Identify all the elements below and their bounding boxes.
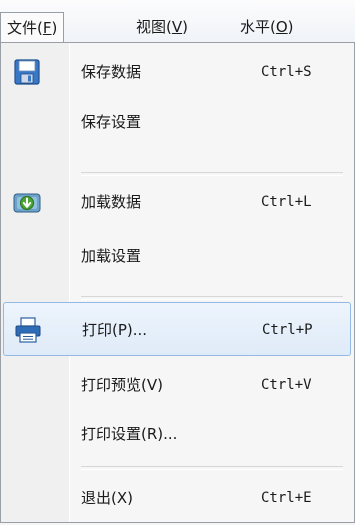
menu-separator <box>81 466 343 470</box>
menu-item-print-preview[interactable]: 打印预览(V) Ctrl+V <box>3 358 351 412</box>
menu-separator <box>81 296 343 300</box>
menu-item-load-settings[interactable]: 加载设置 <box>3 229 351 283</box>
menu-item-label: 保存数据 <box>81 63 142 81</box>
menu-horizontal[interactable]: 水平(O) <box>240 12 294 42</box>
menu-horizontal-accel: O <box>275 18 288 36</box>
menu-item-label: 打印设置(R)... <box>81 425 178 443</box>
menu-view-close: ) <box>182 18 188 36</box>
menu-view-accel: V <box>171 18 183 36</box>
menu-item-print[interactable]: 打印(P)... Ctrl+P <box>3 302 351 356</box>
menu-file-label: 文件( <box>7 19 43 37</box>
menu-item-shortcut: Ctrl+P <box>262 322 313 338</box>
menu-file-close: ) <box>51 19 58 37</box>
menu-item-label: 保存设置 <box>81 113 142 131</box>
menu-item-save-data[interactable]: 保存数据 Ctrl+S <box>3 45 351 99</box>
menu-view-label: 视图( <box>136 18 172 36</box>
menu-item-label: 退出(X) <box>81 489 133 507</box>
menu-item-label: 打印(P)... <box>82 321 148 339</box>
save-icon <box>13 58 41 86</box>
menu-file[interactable]: 文件(F) <box>0 12 65 42</box>
menu-item-shortcut: Ctrl+V <box>261 377 312 393</box>
file-dropdown-menu: 保存数据 Ctrl+S 保存设置 加载数据 Ctrl+L 加载设置 打印(P).… <box>0 42 355 523</box>
load-icon <box>13 188 41 216</box>
menu-horizontal-label: 水平( <box>240 18 276 36</box>
menu-item-exit[interactable]: 退出(X) Ctrl+E <box>3 471 351 525</box>
menu-item-label: 打印预览(V) <box>81 376 163 394</box>
menu-item-print-settings[interactable]: 打印设置(R)... <box>3 407 351 461</box>
menu-view[interactable]: 视图(V) <box>136 12 188 42</box>
menu-item-label: 加载设置 <box>81 247 142 265</box>
menu-horizontal-close: ) <box>287 18 294 36</box>
menu-item-load-data[interactable]: 加载数据 Ctrl+L <box>3 175 351 229</box>
menu-item-shortcut: Ctrl+L <box>261 194 312 210</box>
menu-item-save-settings[interactable]: 保存设置 <box>3 95 351 149</box>
menu-item-shortcut: Ctrl+E <box>261 490 312 506</box>
menu-item-label: 加载数据 <box>81 193 142 211</box>
menu-file-accel: F <box>42 19 52 37</box>
menu-item-shortcut: Ctrl+S <box>261 64 312 80</box>
printer-icon <box>14 316 42 344</box>
